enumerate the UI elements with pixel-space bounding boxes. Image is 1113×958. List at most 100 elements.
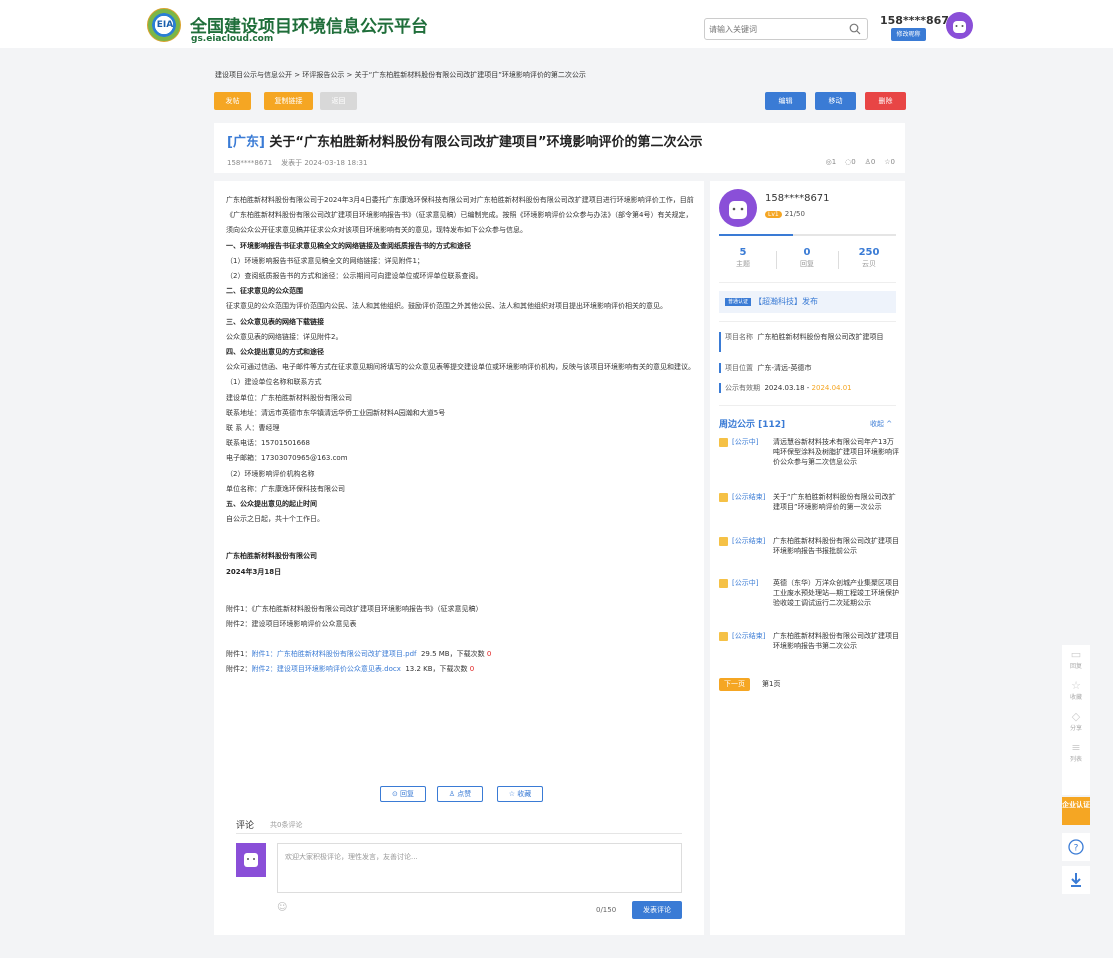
- float-favorite[interactable]: ☆ 收藏: [1062, 680, 1090, 702]
- divider: [236, 833, 682, 834]
- nearby-item[interactable]: [公示中] 英德（东华）万洋众创城产业集聚区项目工业废水预处理站—期工程竣工环境保…: [719, 578, 899, 620]
- favorite-count: 0: [890, 158, 895, 166]
- favorite-button[interactable]: ☆ 收藏: [497, 786, 543, 802]
- body-paragraph: 单位名称：广东康逸环保科技有限公司: [226, 484, 345, 493]
- edit-button[interactable]: 编辑: [765, 92, 806, 110]
- title-card: [广东] 关于“广东柏胜新材料股份有限公司改扩建项目”环境影响评价的第二次公示 …: [214, 123, 905, 173]
- page-indicator: 第1页: [762, 680, 781, 688]
- divider: [838, 251, 839, 269]
- level-progress-bar: [719, 234, 896, 236]
- body-paragraph: （2）查阅纸质报告书的方式和途径：公示期间可向建设单位或环评单位联系查阅。: [226, 272, 483, 281]
- body-paragraph: 电子邮箱：17303070965@163.com: [226, 454, 348, 463]
- top-header: EIA 全国建设项目环境信息公示平台 gs.eiacloud.com 158**…: [0, 0, 1113, 48]
- signer: 广东柏胜新材料股份有限公司: [226, 552, 317, 561]
- reply-button[interactable]: ⊙ 回复: [380, 786, 426, 802]
- nearby-item[interactable]: [公示结束] 广东柏胜新材料股份有限公司改扩建项目环境影响报告书第二次公示: [719, 631, 899, 663]
- comment-count: 0: [851, 158, 856, 166]
- section-heading: 四、公众提出意见的方式和途径: [226, 348, 324, 357]
- search-box: [704, 18, 868, 40]
- body-paragraph: 联 系 人：曹经理: [226, 424, 280, 433]
- floating-toolbar: ▭ 回复 ☆ 收藏 ◇ 分享 ≡ 列表: [1062, 645, 1090, 795]
- nearby-item[interactable]: [公示结束] 广东柏胜新材料股份有限公司改扩建项目环境影响报告书报批前公示: [719, 536, 899, 568]
- download-icon: [1071, 873, 1081, 887]
- comment-total: 共0条评论: [270, 821, 303, 829]
- document-icon: [719, 632, 728, 641]
- breadcrumb[interactable]: 建设项目公示与信息公开 > 环评报告公示 > 关于“广东柏胜新材料股份有限公司改…: [215, 70, 586, 80]
- like-count: 0: [870, 158, 876, 166]
- enterprise-verify-button[interactable]: 企业认证: [1062, 797, 1090, 825]
- reply-icon: ⊙: [391, 790, 398, 798]
- next-page-button[interactable]: 下一页: [719, 678, 750, 691]
- stat-coins[interactable]: 250 云贝: [840, 247, 898, 269]
- list-icon: ≡: [1071, 741, 1081, 754]
- publisher-tag[interactable]: 普通认证 【超瀚科技】发布: [719, 291, 896, 313]
- section-heading: 五、公众提出意见的起止时间: [226, 500, 317, 509]
- divider: [719, 321, 896, 322]
- level-info: Lv1 21/50: [765, 210, 805, 218]
- body-paragraph: （2）环境影响评价机构名称: [226, 469, 315, 478]
- section-heading: 一、环境影响报告书征求意见稿全文的网络链接及查阅纸质报告书的方式和途径: [226, 241, 471, 250]
- emoji-icon[interactable]: ☺: [277, 902, 287, 913]
- search-icon[interactable]: [849, 23, 861, 35]
- view-count: 1: [831, 158, 837, 166]
- float-share[interactable]: ◇ 分享: [1062, 710, 1090, 733]
- post-author[interactable]: 158****8671: [227, 159, 272, 167]
- divider: [719, 405, 896, 406]
- avatar[interactable]: [946, 12, 973, 39]
- like-button[interactable]: ♙ 点赞: [437, 786, 483, 802]
- avatar: [236, 843, 266, 877]
- section-heading: 三、公众意见表的网络下载链接: [226, 317, 324, 326]
- comment-icon: ▭: [1070, 648, 1082, 661]
- submit-comment-button[interactable]: 发表评论: [632, 901, 682, 919]
- section-heading: 二、征求意见的公众范围: [226, 287, 303, 296]
- sign-date: 2024年3月18日: [226, 567, 282, 576]
- body-paragraph: 广东柏胜新材料股份有限公司于2024年3月4日委托广东康逸环保科技有限公司对广东…: [226, 196, 694, 235]
- project-location-row: 项目位置 广东-清远-英德市: [719, 363, 899, 373]
- copy-link-button[interactable]: 复制链接: [264, 92, 313, 110]
- eia-logo[interactable]: EIA: [147, 8, 181, 42]
- search-input[interactable]: [705, 19, 845, 39]
- nearby-item[interactable]: [公示结束] 关于“广东柏胜新材料股份有限公司改扩建项目”环境影响评价的第一次公示: [719, 492, 899, 524]
- collapse-toggle[interactable]: 收起 ^: [870, 419, 892, 429]
- attachment-row: 附件1：附件1：广东柏胜新材料股份有限公司改扩建项目.pdf 29.5 MB，下…: [226, 650, 492, 659]
- document-icon: [719, 579, 728, 588]
- region-tag[interactable]: [广东]: [227, 135, 265, 150]
- edit-nickname-button[interactable]: 修改昵称: [891, 28, 926, 41]
- body-paragraph: 自公示之日起，共十个工作日。: [226, 515, 324, 524]
- stat-replies[interactable]: 0 回复: [778, 247, 836, 269]
- thumb-icon: ♙: [448, 790, 456, 798]
- attachment-link[interactable]: 附件1：广东柏胜新材料股份有限公司改扩建项目.pdf: [251, 650, 416, 658]
- comment-textarea[interactable]: 欢迎大家积极评论，理性发言，友善讨论...: [277, 843, 682, 893]
- move-button[interactable]: 移动: [815, 92, 856, 110]
- project-name: 广东柏胜新材料股份有限公司改扩建项目: [757, 333, 884, 341]
- body-paragraph: （1）建设单位名称和联系方式: [226, 378, 322, 387]
- help-button[interactable]: ?: [1062, 833, 1090, 861]
- star-icon: ☆: [508, 790, 516, 798]
- back-button[interactable]: 返回: [320, 92, 357, 110]
- comment-heading: 评论: [236, 821, 255, 831]
- nearby-item[interactable]: [公示中] 清远慧谷新材料技术有限公司年产13万吨环保型涂料及树脂扩建项目环境影响…: [719, 437, 899, 487]
- post-body: 广东柏胜新材料股份有限公司于2024年3月4日委托广东康逸环保科技有限公司对广东…: [226, 193, 696, 678]
- download-button[interactable]: [1062, 866, 1090, 894]
- float-list[interactable]: ≡ 列表: [1062, 741, 1090, 764]
- body-paragraph: 公众意见表的网络链接：详见附件2。: [226, 332, 343, 341]
- attachment-link[interactable]: 附件2：建设项目环境影响评价公众意见表.docx: [251, 665, 400, 673]
- sidebar-username[interactable]: 158****8671: [765, 193, 830, 204]
- document-icon: [719, 537, 728, 546]
- avatar[interactable]: [719, 189, 757, 227]
- post-meta: 158****8671 发表于 2024-03-18 18:31: [227, 158, 367, 168]
- nearby-title: 周边公示 [112]: [719, 420, 786, 430]
- post-title: 关于“广东柏胜新材料股份有限公司改扩建项目”环境影响评价的第二次公示: [269, 135, 703, 150]
- delete-button[interactable]: 删除: [865, 92, 906, 110]
- float-reply[interactable]: ▭ 回复: [1062, 648, 1090, 671]
- stat-topics[interactable]: 5 主题: [714, 247, 772, 269]
- attachment-note: 附件2：建设项目环境影响评价公众意见表: [226, 620, 357, 629]
- verified-badge: 普通认证: [725, 297, 752, 306]
- attachment-row: 附件2：附件2：建设项目环境影响评价公众意见表.docx 13.2 KB，下载次…: [226, 665, 475, 674]
- share-icon: ◇: [1071, 710, 1081, 723]
- attachment-note: 附件1：《广东柏胜新材料股份有限公司改扩建项目环境影响报告书》（征求意见稿）: [226, 604, 483, 613]
- site-url: gs.eiacloud.com: [191, 34, 274, 44]
- divider: [776, 251, 777, 269]
- post-button[interactable]: 发帖: [214, 92, 251, 110]
- divider: [719, 282, 896, 283]
